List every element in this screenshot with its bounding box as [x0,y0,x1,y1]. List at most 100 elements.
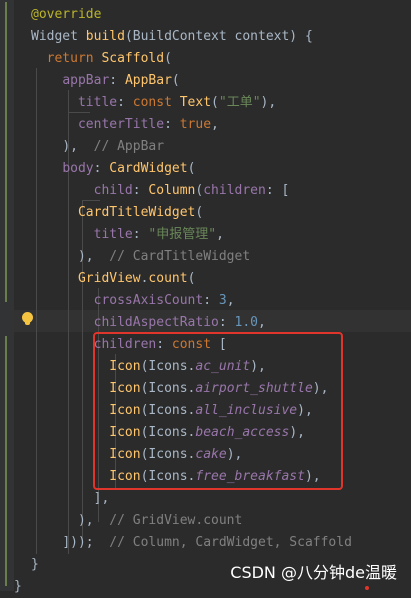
code-line[interactable]: Widget build(BuildContext context) { [31,26,313,48]
code-token: , [258,315,266,330]
code-token: : [132,183,149,198]
code-line[interactable]: body: CardWidget( [31,158,195,180]
code-token: body [62,161,94,176]
code-token: : [93,161,110,176]
code-token: // Column, CardWidget, Scaffold [109,535,352,550]
code-line[interactable]: return Scaffold( [31,48,172,70]
code-token: @override [31,7,102,22]
code-token: : [218,315,235,330]
code-token: } [31,557,39,572]
code-token: 3 [218,293,227,308]
code-token: Widget [31,29,86,44]
code-token: } [14,579,22,594]
code-token: ], [93,491,110,506]
code-token: , [226,293,235,308]
code-token: CardWidget [109,161,188,176]
code-token: ), [77,249,110,264]
code-line[interactable]: title: "申报管理", [31,224,224,246]
code-token: ( [171,73,180,88]
code-token: CardTitleWidget [77,205,196,220]
code-token: count [148,271,188,286]
code-token: : [164,117,180,132]
code-token: ( [164,51,172,66]
code-token: // AppBar [93,139,165,154]
code-token: : [132,227,149,242]
code-token: "工单" [218,95,261,110]
code-token: // GridView.count [109,513,243,528]
code-token: ( [195,205,204,220]
watermark: CSDN @八分钟de温暖 [230,563,397,582]
code-line[interactable]: ), // GridView.count [31,510,242,532]
code-token: Column [148,183,196,198]
code-token: title [93,227,133,242]
code-token: // CardTitleWidget [109,249,251,264]
code-token: const [132,95,180,110]
code-line[interactable]: } [31,554,39,576]
code-line[interactable]: childAspectRatio: 1.0, [31,312,266,334]
code-token: AppBar [124,73,172,88]
code-token: : [117,95,133,110]
change-marker [5,336,7,586]
code-line[interactable]: CardTitleWidget( [31,202,203,224]
code-token: ( [187,161,196,176]
code-token: childAspectRatio [93,315,219,330]
code-line[interactable]: ), // AppBar [31,136,164,158]
code-token: child [93,183,133,198]
code-token: children [203,183,266,198]
code-line[interactable]: ], [31,488,110,510]
code-line[interactable]: appBar: AppBar( [31,70,180,92]
code-token: centerTitle [77,117,165,132]
status-dot [365,586,369,590]
code-token: "申报管理" [148,227,217,242]
code-line[interactable]: ])); // Column, CardWidget, Scaffold [31,532,352,554]
code-token: , [211,117,219,132]
code-token: : [ [265,183,290,198]
code-token: ), [260,95,277,110]
code-token: return [46,51,102,66]
code-token: ( [211,95,219,110]
code-token: title [77,95,118,110]
code-token: : [109,73,125,88]
code-token: crossAxisCount [93,293,204,308]
code-token: ( [187,271,196,286]
code-line[interactable]: child: Column(children: [ [31,180,290,202]
code-line[interactable]: centerTitle: true, [31,114,219,136]
code-token: (BuildContext context) { [124,29,313,44]
highlight-box [93,332,343,490]
code-token: appBar [62,73,110,88]
code-token: ), [77,513,110,528]
code-token: ])); [62,535,110,550]
code-line[interactable]: crossAxisCount: 3, [31,290,235,312]
code-token: ), [62,139,94,154]
code-line[interactable]: GridView.count( [31,268,195,290]
change-marker [5,2,7,302]
code-line[interactable]: title: const Text("工单"), [31,92,276,114]
code-token: build [85,29,125,44]
code-token: GridView [77,271,141,286]
editor-gutter [0,0,14,591]
code-line[interactable]: ), // CardTitleWidget [31,246,250,268]
code-token: : [203,293,219,308]
code-line[interactable]: @override [31,4,101,26]
code-line[interactable]: } [14,576,22,598]
code-token: , [216,227,224,242]
code-token: 1.0 [234,315,258,330]
code-token: Text [179,95,212,110]
